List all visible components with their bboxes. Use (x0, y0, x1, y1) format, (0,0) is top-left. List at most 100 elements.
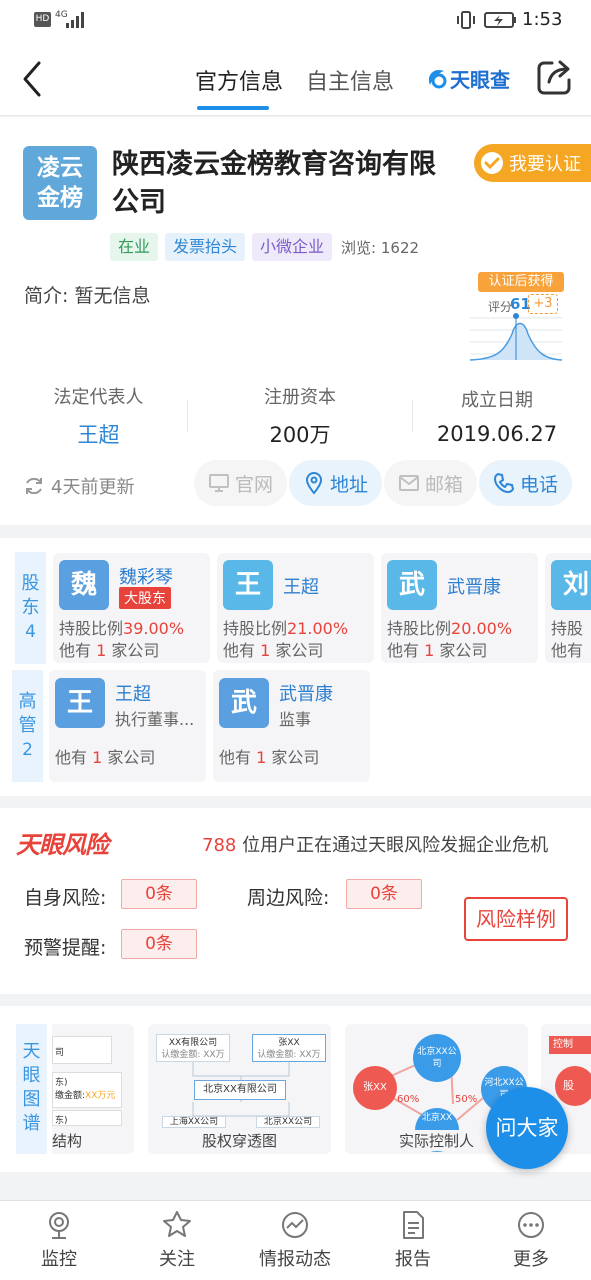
tag-invoice[interactable]: 发票抬头 (165, 233, 246, 261)
structure-node: 司 (52, 1036, 112, 1064)
risk-user-count: 788 位用户正在通过天眼风险发掘企业危机 (202, 831, 548, 857)
executive-role: 监事 (279, 710, 312, 729)
executives-label[interactable]: 高 管 2 (12, 670, 43, 782)
executives-label-char: 管 (18, 715, 37, 736)
star-icon (163, 1211, 191, 1237)
shareholder-card[interactable]: 王 王超 持股比例21.00% 他有 1 家公司 (217, 553, 374, 663)
signal-icon (66, 12, 84, 28)
battery-icon (484, 12, 516, 28)
company-intro: 简介: 暂无信息 (24, 285, 151, 307)
shareholder-name[interactable]: 武晋康 (447, 573, 501, 599)
verify-label: 我要认证 (509, 154, 581, 175)
share-ratio: 持股比例39.00% (59, 619, 185, 638)
tab-self-info[interactable]: 自主信息 (306, 64, 394, 96)
risk-logo: 天眼风险 (16, 831, 109, 859)
tab-official-info[interactable]: 官方信息 (195, 64, 283, 96)
around-risk-label: 周边风险: (247, 887, 330, 909)
shareholder-name[interactable]: 魏彩琴 (119, 563, 173, 589)
update-time: 4天前更新 (51, 477, 135, 498)
other-companies: 他有 (551, 641, 584, 660)
graph-label[interactable]: 天 眼 图 谱 (16, 1024, 47, 1154)
back-icon[interactable] (20, 60, 44, 98)
email-button[interactable]: 邮箱 (384, 460, 478, 506)
equity-node: 张XX 认缴金额: XX万 (252, 1034, 326, 1062)
nav-more[interactable]: 更多 (472, 1210, 590, 1271)
avatar: 刘 (551, 560, 591, 610)
score-banner: 认证后获得 (478, 272, 564, 292)
company-logo-line2: 金榜 (37, 185, 83, 211)
warning-label: 预警提醒: (24, 937, 107, 959)
equity-node: 北京XX公司 (256, 1116, 320, 1128)
address-button[interactable]: 地址 (289, 460, 383, 506)
clock: 1:53 (522, 9, 563, 30)
nav-monitor-label: 监控 (41, 1249, 77, 1270)
stat-founded: 成立日期 2019.06.27 (413, 386, 581, 446)
stat-legal-rep-value[interactable]: 王超 (10, 419, 187, 449)
executive-name[interactable]: 王超 (115, 680, 151, 706)
stat-founded-value: 2019.06.27 (436, 422, 558, 446)
website-label: 官网 (235, 473, 274, 496)
self-risk-count[interactable]: 0条 (121, 879, 197, 909)
company-logo-line1: 凌云 (37, 155, 83, 181)
update-refresh[interactable]: 4天前更新 (23, 473, 134, 499)
self-risk-label: 自身风险: (24, 887, 107, 909)
other-companies: 他有 1 家公司 (387, 641, 488, 660)
shareholder-name[interactable]: 王超 (283, 573, 319, 599)
shareholder-card[interactable]: 刘 持股 他有 (545, 553, 591, 663)
graph-card-title: 结构 (52, 1132, 83, 1150)
nav-intel[interactable]: 情报动态 (236, 1210, 354, 1271)
score-widget[interactable]: 认证后获得 评分 61 +3 (466, 270, 566, 370)
nav-report[interactable]: 报告 (354, 1210, 472, 1271)
ask-everyone-button[interactable]: 问大家 (486, 1087, 568, 1169)
executive-card[interactable]: 武 武晋康 监事 他有 1 家公司 (213, 670, 370, 782)
graph-label-char: 谱 (22, 1113, 41, 1134)
company-tags: 在业 发票抬头 小微企业 浏览: 1622 (110, 233, 419, 261)
tianyancha-logo-icon (428, 69, 447, 88)
risk-sample-button[interactable]: 风险样例 (464, 897, 568, 941)
score-bonus: +3 (528, 294, 558, 314)
shareholders-label-char: 股 (21, 573, 40, 594)
stat-legal-rep-label: 法定代表人 (53, 387, 144, 408)
avatar: 王 (223, 560, 273, 610)
equity-node: 上海XX公司 (162, 1116, 226, 1128)
company-logo: 凌云 金榜 (23, 146, 97, 220)
phone-button[interactable]: 电话 (479, 460, 573, 506)
status-bar: HD 4G 1:53 (0, 0, 591, 40)
share-icon[interactable] (536, 58, 572, 96)
structure-node: 东) 缴金额:XX万元 (52, 1072, 122, 1108)
avatar: 王 (55, 678, 105, 728)
shareholders-count: 4 (25, 622, 36, 642)
shareholder-card[interactable]: 武 武晋康 持股比例20.00% 他有 1 家公司 (381, 553, 538, 663)
equity-node: XX有限公司 认缴金额: XX万 (156, 1034, 230, 1062)
warning-count[interactable]: 0条 (121, 929, 197, 959)
company-name: 陕西凌云金榜教育咨询有限公司 (112, 149, 436, 218)
risk-users-number: 788 (202, 835, 237, 856)
bottom-nav: 监控 关注 情报动态 报告 更多 (0, 1200, 591, 1280)
monitor-icon (49, 1212, 69, 1239)
stat-reg-capital-label: 注册资本 (264, 387, 336, 408)
control-tag: 控制 (549, 1036, 591, 1054)
phone-icon (493, 472, 515, 494)
graph-card-structure[interactable]: 司 东) 缴金额:XX万元 东) 结构 (52, 1024, 134, 1154)
executive-card[interactable]: 王 王超 执行董事... 他有 1 家公司 (49, 670, 206, 782)
nav-monitor[interactable]: 监控 (0, 1210, 118, 1271)
verify-button[interactable]: 我要认证 (474, 144, 591, 182)
shareholder-card[interactable]: 魏 魏彩琴 大股东 持股比例39.00% 他有 1 家公司 (53, 553, 210, 663)
nav-follow[interactable]: 关注 (118, 1210, 236, 1271)
structure-node: 东) (52, 1110, 122, 1126)
stat-reg-capital-value: 200万 (269, 423, 331, 447)
nav-more-label: 更多 (513, 1249, 549, 1270)
tag-small-enterprise: 小微企业 (252, 233, 333, 261)
controller-percent: 50% (455, 1094, 478, 1105)
avatar: 武 (387, 560, 437, 610)
shareholders-label[interactable]: 股 东 4 (15, 552, 46, 664)
risk-users-text: 位用户正在通过天眼风险发掘企业危机 (242, 835, 549, 856)
around-risk-count[interactable]: 0条 (346, 879, 422, 909)
brand-name: 天眼查 (450, 68, 510, 92)
stat-legal-rep: 法定代表人 王超 (10, 383, 187, 449)
address-label: 地址 (330, 473, 369, 496)
graph-card-equity[interactable]: XX有限公司 认缴金额: XX万 张XX 认缴金额: XX万 北京XX有限公司 … (148, 1024, 331, 1154)
executive-name[interactable]: 武晋康 (279, 680, 333, 706)
website-button[interactable]: 官网 (194, 460, 288, 506)
nav-follow-label: 关注 (159, 1249, 195, 1270)
